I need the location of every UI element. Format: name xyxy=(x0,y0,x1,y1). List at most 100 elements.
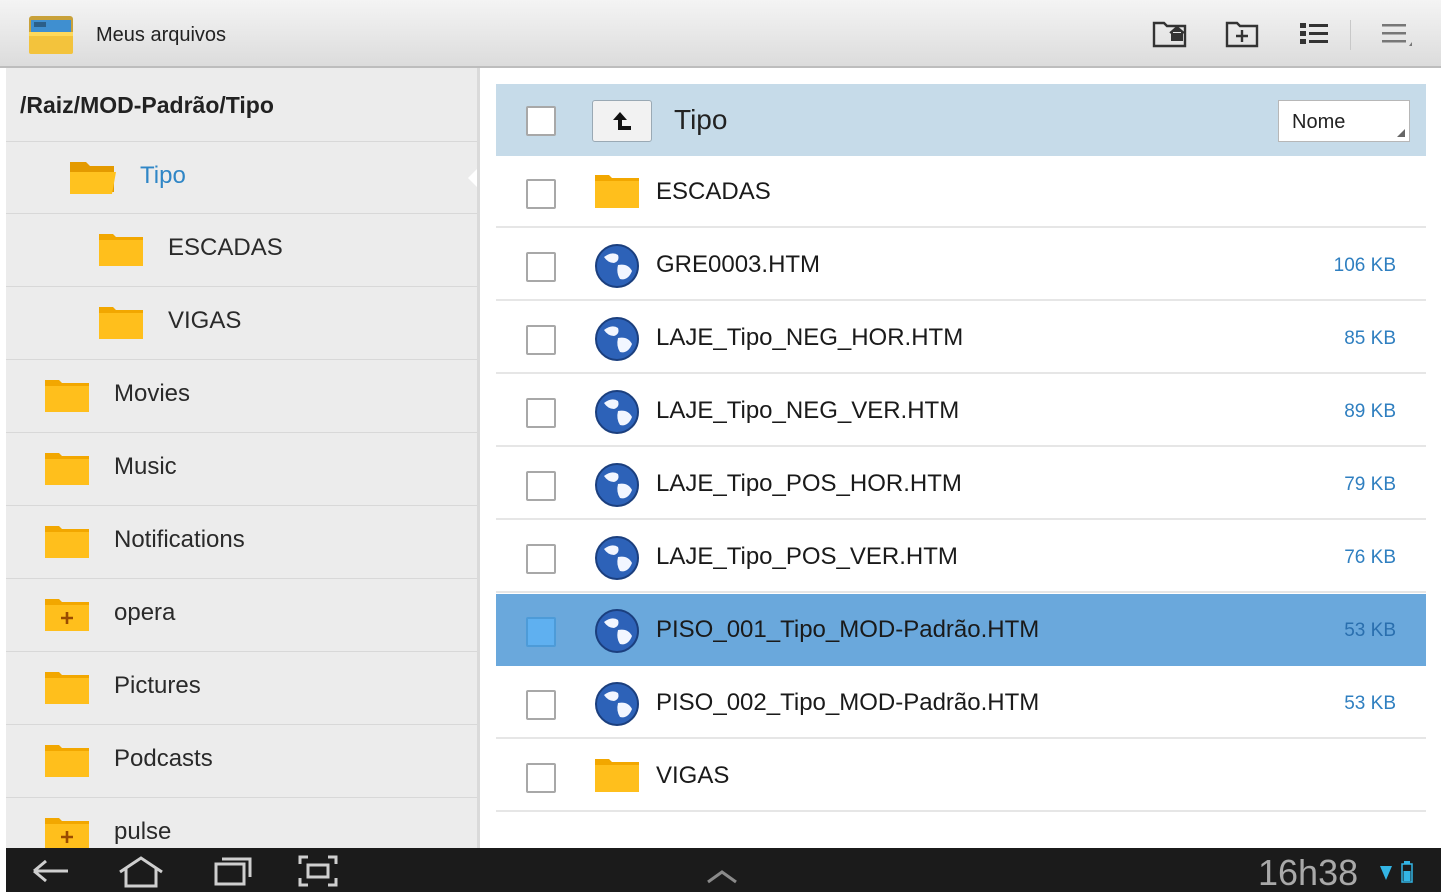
tree-item-label: ESCADAS xyxy=(168,234,283,261)
recent-apps-icon[interactable] xyxy=(210,854,254,888)
file-name: LAJE_Tipo_POS_VER.HTM xyxy=(656,543,958,570)
folder-open-icon xyxy=(70,162,116,194)
file-size: 85 KB xyxy=(1344,328,1396,349)
tree-item-pulse[interactable]: pulse xyxy=(6,797,480,848)
globe-html-icon xyxy=(595,463,639,507)
folder-home-icon[interactable] xyxy=(1150,14,1190,54)
file-name: GRE0003.HTM xyxy=(656,251,821,278)
file-size: 53 KB xyxy=(1344,693,1396,714)
globe-html-icon xyxy=(595,536,639,580)
tree-item-tipo[interactable]: Tipo xyxy=(6,141,480,213)
globe-html-icon xyxy=(595,317,639,361)
system-bar: 16h38 xyxy=(6,848,1441,893)
tree-item-label: Notifications xyxy=(114,526,245,553)
list-view-icon[interactable] xyxy=(1294,14,1334,54)
tree-item-label: pulse xyxy=(114,818,172,845)
file-row[interactable]: LAJE_Tipo_NEG_VER.HTM 89 KB xyxy=(496,375,1426,447)
row-checkbox[interactable] xyxy=(526,471,556,501)
tree-item-label: Pictures xyxy=(114,672,201,699)
file-name: LAJE_Tipo_POS_HOR.HTM xyxy=(656,470,962,497)
file-list-pane: Tipo Nome ESCADAS GRE0003.HTM 106 KB LAJ… xyxy=(496,84,1426,848)
file-list-header: Tipo Nome xyxy=(496,84,1426,156)
file-name: VIGAS xyxy=(656,762,730,789)
row-checkbox[interactable] xyxy=(526,179,556,209)
file-size: 106 KB xyxy=(1333,255,1396,276)
folder-icon xyxy=(595,175,639,208)
globe-html-icon xyxy=(595,682,639,726)
tree-item-label: VIGAS xyxy=(168,307,242,334)
row-checkbox[interactable] xyxy=(526,617,556,647)
tree-item-vigas[interactable]: VIGAS xyxy=(6,286,480,358)
row-checkbox[interactable] xyxy=(526,398,556,428)
app-title: Meus arquivos xyxy=(96,24,227,46)
tree-item-escadas[interactable]: ESCADAS xyxy=(6,213,480,285)
folder-icon xyxy=(45,672,89,704)
folder-icon xyxy=(595,759,639,792)
file-row[interactable]: ESCADAS xyxy=(496,156,1426,228)
tree-item-music[interactable]: Music xyxy=(6,432,480,504)
file-size: 79 KB xyxy=(1344,474,1396,495)
new-folder-icon[interactable] xyxy=(1222,14,1262,54)
folder-icon xyxy=(45,745,89,777)
file-name: LAJE_Tipo_NEG_HOR.HTM xyxy=(656,324,964,351)
folder-icon xyxy=(45,380,89,412)
file-row[interactable]: LAJE_Tipo_POS_HOR.HTM 79 KB xyxy=(496,448,1426,520)
folder-icon xyxy=(45,526,89,558)
file-row[interactable]: LAJE_Tipo_NEG_HOR.HTM 85 KB xyxy=(496,302,1426,374)
file-row-selected[interactable]: PISO_001_Tipo_MOD-Padrão.HTM 53 KB xyxy=(496,594,1426,666)
folder-icon xyxy=(99,307,143,339)
screenshot-icon[interactable] xyxy=(296,854,340,888)
tree-item-movies[interactable]: Movies xyxy=(6,359,480,431)
sort-selected-value: Nome xyxy=(1292,111,1346,133)
file-row[interactable]: GRE0003.HTM 106 KB xyxy=(496,229,1426,301)
file-row[interactable]: VIGAS xyxy=(496,740,1426,812)
file-size: 89 KB xyxy=(1344,401,1396,422)
home-icon[interactable] xyxy=(114,854,168,888)
select-all-checkbox[interactable] xyxy=(526,106,556,136)
row-checkbox[interactable] xyxy=(526,690,556,720)
row-checkbox[interactable] xyxy=(526,544,556,574)
arrow-up-icon xyxy=(613,112,631,130)
back-icon[interactable] xyxy=(28,854,76,888)
action-bar-divider xyxy=(1350,20,1351,50)
file-name: ESCADAS xyxy=(656,178,771,205)
row-checkbox[interactable] xyxy=(526,325,556,355)
file-size: 76 KB xyxy=(1344,547,1396,568)
action-bar: Meus arquivos xyxy=(0,0,1441,68)
globe-html-icon xyxy=(595,609,639,653)
tree-item-label: Podcasts xyxy=(114,745,213,772)
file-size: 53 KB xyxy=(1344,620,1396,641)
tree-item-label: opera xyxy=(114,599,176,626)
tree-item-pictures[interactable]: Pictures xyxy=(6,651,480,723)
tree-item-label: Tipo xyxy=(140,162,186,189)
tree-item-label: Movies xyxy=(114,380,191,407)
file-name: PISO_001_Tipo_MOD-Padrão.HTM xyxy=(656,616,1040,643)
dropdown-corner-icon xyxy=(1397,129,1405,137)
menu-icon[interactable] xyxy=(1376,14,1416,54)
battery-icon xyxy=(1401,861,1413,883)
my-files-app-icon[interactable] xyxy=(28,12,74,56)
file-row[interactable]: LAJE_Tipo_POS_VER.HTM 76 KB xyxy=(496,521,1426,593)
current-folder-name: Tipo xyxy=(674,104,728,135)
up-folder-button[interactable] xyxy=(592,100,652,142)
folder-icon xyxy=(99,234,143,266)
row-checkbox[interactable] xyxy=(526,763,556,793)
tree-item-opera[interactable]: opera xyxy=(6,578,480,650)
globe-html-icon xyxy=(595,244,639,288)
sort-dropdown[interactable]: Nome xyxy=(1278,100,1410,142)
tree-item-notifications[interactable]: Notifications xyxy=(6,505,480,577)
tree-item-label: Music xyxy=(114,453,177,480)
tree-item-podcasts[interactable]: Podcasts xyxy=(6,724,480,796)
status-clock: 16h38 xyxy=(1258,852,1359,893)
globe-html-icon xyxy=(595,390,639,434)
wifi-icon xyxy=(1380,866,1392,880)
row-checkbox[interactable] xyxy=(526,252,556,282)
file-row[interactable]: PISO_002_Tipo_MOD-Padrão.HTM 53 KB xyxy=(496,667,1426,739)
current-path: /Raiz/MOD-Padrão/Tipo xyxy=(20,92,274,118)
chevron-up-icon[interactable] xyxy=(702,854,742,888)
selection-caret xyxy=(468,164,480,192)
folder-plus-icon[interactable] xyxy=(44,595,90,633)
folder-plus-icon[interactable] xyxy=(44,814,90,848)
folder-tree-pane: /Raiz/MOD-Padrão/Tipo Tipo ESCADAS VIGAS… xyxy=(6,68,480,848)
file-name: LAJE_Tipo_NEG_VER.HTM xyxy=(656,397,960,424)
